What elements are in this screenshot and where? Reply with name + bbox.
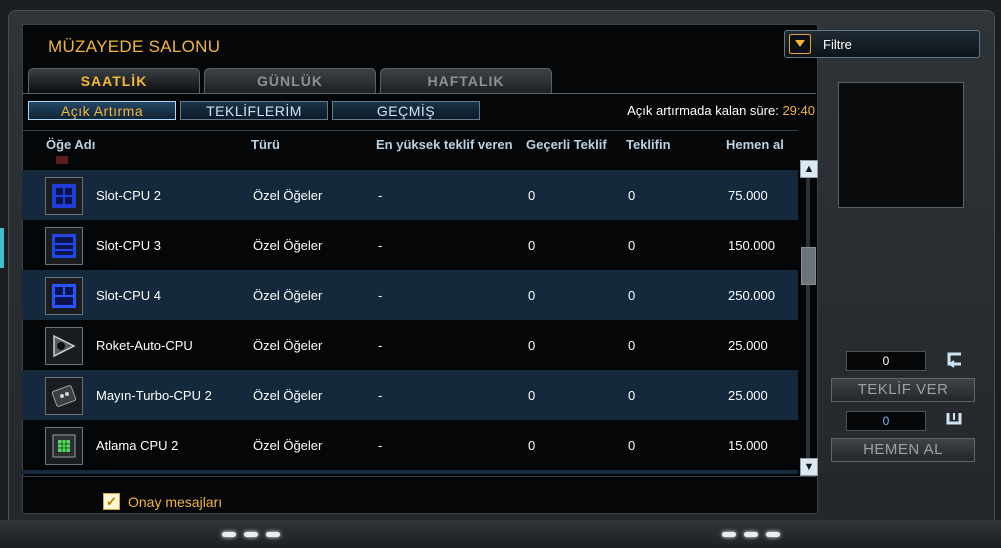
column-header-current-bid[interactable]: Geçerli Teklif <box>526 137 607 152</box>
item-current-bid: 0 <box>528 188 536 203</box>
period-tabs: SAATLİK GÜNLÜK HAFTALIK <box>28 68 552 93</box>
tab-weekly[interactable]: HAFTALIK <box>380 68 552 93</box>
item-type: Özel Öğeler <box>253 238 323 253</box>
tab-hourly[interactable]: SAATLİK <box>28 68 200 93</box>
slot-cpu-chip-icon <box>45 277 83 315</box>
table-row[interactable]: Slot-CPU 4 Özel Öğeler - 0 0 250.000 <box>22 270 798 320</box>
place-bid-button[interactable]: TEKLİF VER <box>831 378 975 402</box>
remaining-time-label: Açık artırmada kalan süre: <box>627 103 779 118</box>
buyout-amount-input[interactable]: 0 <box>846 411 926 431</box>
auction-subtabs: Açık Artırma TEKLİFLERİM GEÇMİŞ <box>28 101 480 120</box>
list-scrollbar[interactable]: ▲ ▼ <box>799 160 818 476</box>
item-current-bid: 0 <box>528 438 536 453</box>
slot-cpu-chip-icon <box>45 227 83 265</box>
confirm-checkbox[interactable]: ✓ <box>103 493 120 510</box>
column-header-name[interactable]: Öğe Adı <box>46 137 95 152</box>
auction-item-list: Slot-CPU 2 Özel Öğeler - 0 0 75.000 Slot… <box>22 156 798 474</box>
item-top-bidder: - <box>378 388 383 403</box>
item-top-bidder: - <box>378 338 383 353</box>
item-your-bid: 0 <box>628 288 636 303</box>
filter-label: Filtre <box>823 37 852 52</box>
table-row[interactable] <box>22 470 798 474</box>
item-top-bidder: - <box>378 288 383 303</box>
item-type: Özel Öğeler <box>253 188 323 203</box>
buyout-button[interactable]: HEMEN AL <box>831 438 975 462</box>
item-top-bidder: - <box>378 188 383 203</box>
item-name: Slot-CPU 4 <box>96 288 162 303</box>
column-header-top-bidder[interactable]: En yüksek teklif veren <box>376 137 513 152</box>
item-current-bid: 0 <box>528 388 536 403</box>
scroll-down-arrow-icon[interactable]: ▼ <box>800 458 818 476</box>
table-row[interactable]: Mayın-Turbo-CPU 2 Özel Öğeler - 0 0 25.0… <box>22 370 798 420</box>
tab-divider <box>22 93 816 94</box>
window-bottom-bar <box>0 520 1001 548</box>
item-name: Atlama CPU 2 <box>96 438 179 453</box>
item-name: Roket-Auto-CPU <box>96 338 193 353</box>
subtab-open-auction[interactable]: Açık Artırma <box>28 101 176 120</box>
tab-daily[interactable]: GÜNLÜK <box>204 68 376 93</box>
buyout-icon[interactable] <box>944 411 964 427</box>
table-header: Öğe Adı Türü En yüksek teklif veren Geçe… <box>22 130 798 157</box>
column-header-buyout[interactable]: Hemen al <box>726 137 784 152</box>
item-buyout: 150.000 <box>728 238 775 253</box>
partial-row-icon <box>56 156 68 164</box>
item-name: Mayın-Turbo-CPU 2 <box>96 388 212 403</box>
remaining-time: Açık artırmada kalan süre: 29:40 <box>627 103 815 118</box>
item-buyout: 75.000 <box>728 188 768 203</box>
item-current-bid: 0 <box>528 238 536 253</box>
slot-cpu-chip-icon <box>45 177 83 215</box>
item-type: Özel Öğeler <box>253 288 323 303</box>
table-row[interactable]: Slot-CPU 3 Özel Öğeler - 0 0 150.000 <box>22 220 798 270</box>
item-name: Slot-CPU 2 <box>96 188 162 203</box>
table-row[interactable]: Roket-Auto-CPU Özel Öğeler - 0 0 25.000 <box>22 320 798 370</box>
bid-amount-input[interactable]: 0 <box>846 351 926 371</box>
side-decoration <box>0 228 4 268</box>
item-current-bid: 0 <box>528 338 536 353</box>
filter-dropdown[interactable]: Filtre <box>784 30 980 58</box>
subtab-my-bids[interactable]: TEKLİFLERİM <box>180 101 328 120</box>
bid-return-icon[interactable] <box>944 352 964 368</box>
filter-dropdown-icon <box>789 34 811 54</box>
item-your-bid: 0 <box>628 388 636 403</box>
item-preview-box <box>838 82 964 208</box>
item-name: Slot-CPU 3 <box>96 238 162 253</box>
decor-lights-right <box>722 532 780 540</box>
item-your-bid: 0 <box>628 238 636 253</box>
subtab-history[interactable]: GEÇMİŞ <box>332 101 480 120</box>
item-your-bid: 0 <box>628 438 636 453</box>
item-buyout: 25.000 <box>728 388 768 403</box>
item-type: Özel Öğeler <box>253 338 323 353</box>
item-your-bid: 0 <box>628 188 636 203</box>
scroll-thumb[interactable] <box>801 247 816 285</box>
table-row[interactable]: Atlama CPU 2 Özel Öğeler - 0 0 15.000 <box>22 420 798 470</box>
item-top-bidder: - <box>378 438 383 453</box>
column-header-type[interactable]: Türü <box>251 137 280 152</box>
confirm-messages-label: Onay mesajları <box>128 493 223 510</box>
window-title: MÜZAYEDE SALONU <box>48 37 221 56</box>
decor-lights-left <box>222 532 280 540</box>
item-buyout: 25.000 <box>728 338 768 353</box>
remaining-time-value: 29:40 <box>782 103 815 118</box>
list-bottom-divider <box>22 476 816 477</box>
item-type: Özel Öğeler <box>253 388 323 403</box>
jump-cpu-icon <box>45 427 83 465</box>
confirm-messages-toggle[interactable]: ✓ Onay mesajları <box>103 493 222 510</box>
rocket-cpu-icon <box>45 327 83 365</box>
item-type: Özel Öğeler <box>253 438 323 453</box>
item-top-bidder: - <box>378 238 383 253</box>
table-row[interactable]: Slot-CPU 2 Özel Öğeler - 0 0 75.000 <box>22 170 798 220</box>
column-header-your-bid[interactable]: Teklifin <box>626 137 671 152</box>
scroll-track[interactable] <box>806 178 810 460</box>
mine-cpu-icon <box>45 377 83 415</box>
item-current-bid: 0 <box>528 288 536 303</box>
item-buyout: 250.000 <box>728 288 775 303</box>
item-buyout: 15.000 <box>728 438 768 453</box>
item-your-bid: 0 <box>628 338 636 353</box>
scroll-up-arrow-icon[interactable]: ▲ <box>800 160 818 178</box>
